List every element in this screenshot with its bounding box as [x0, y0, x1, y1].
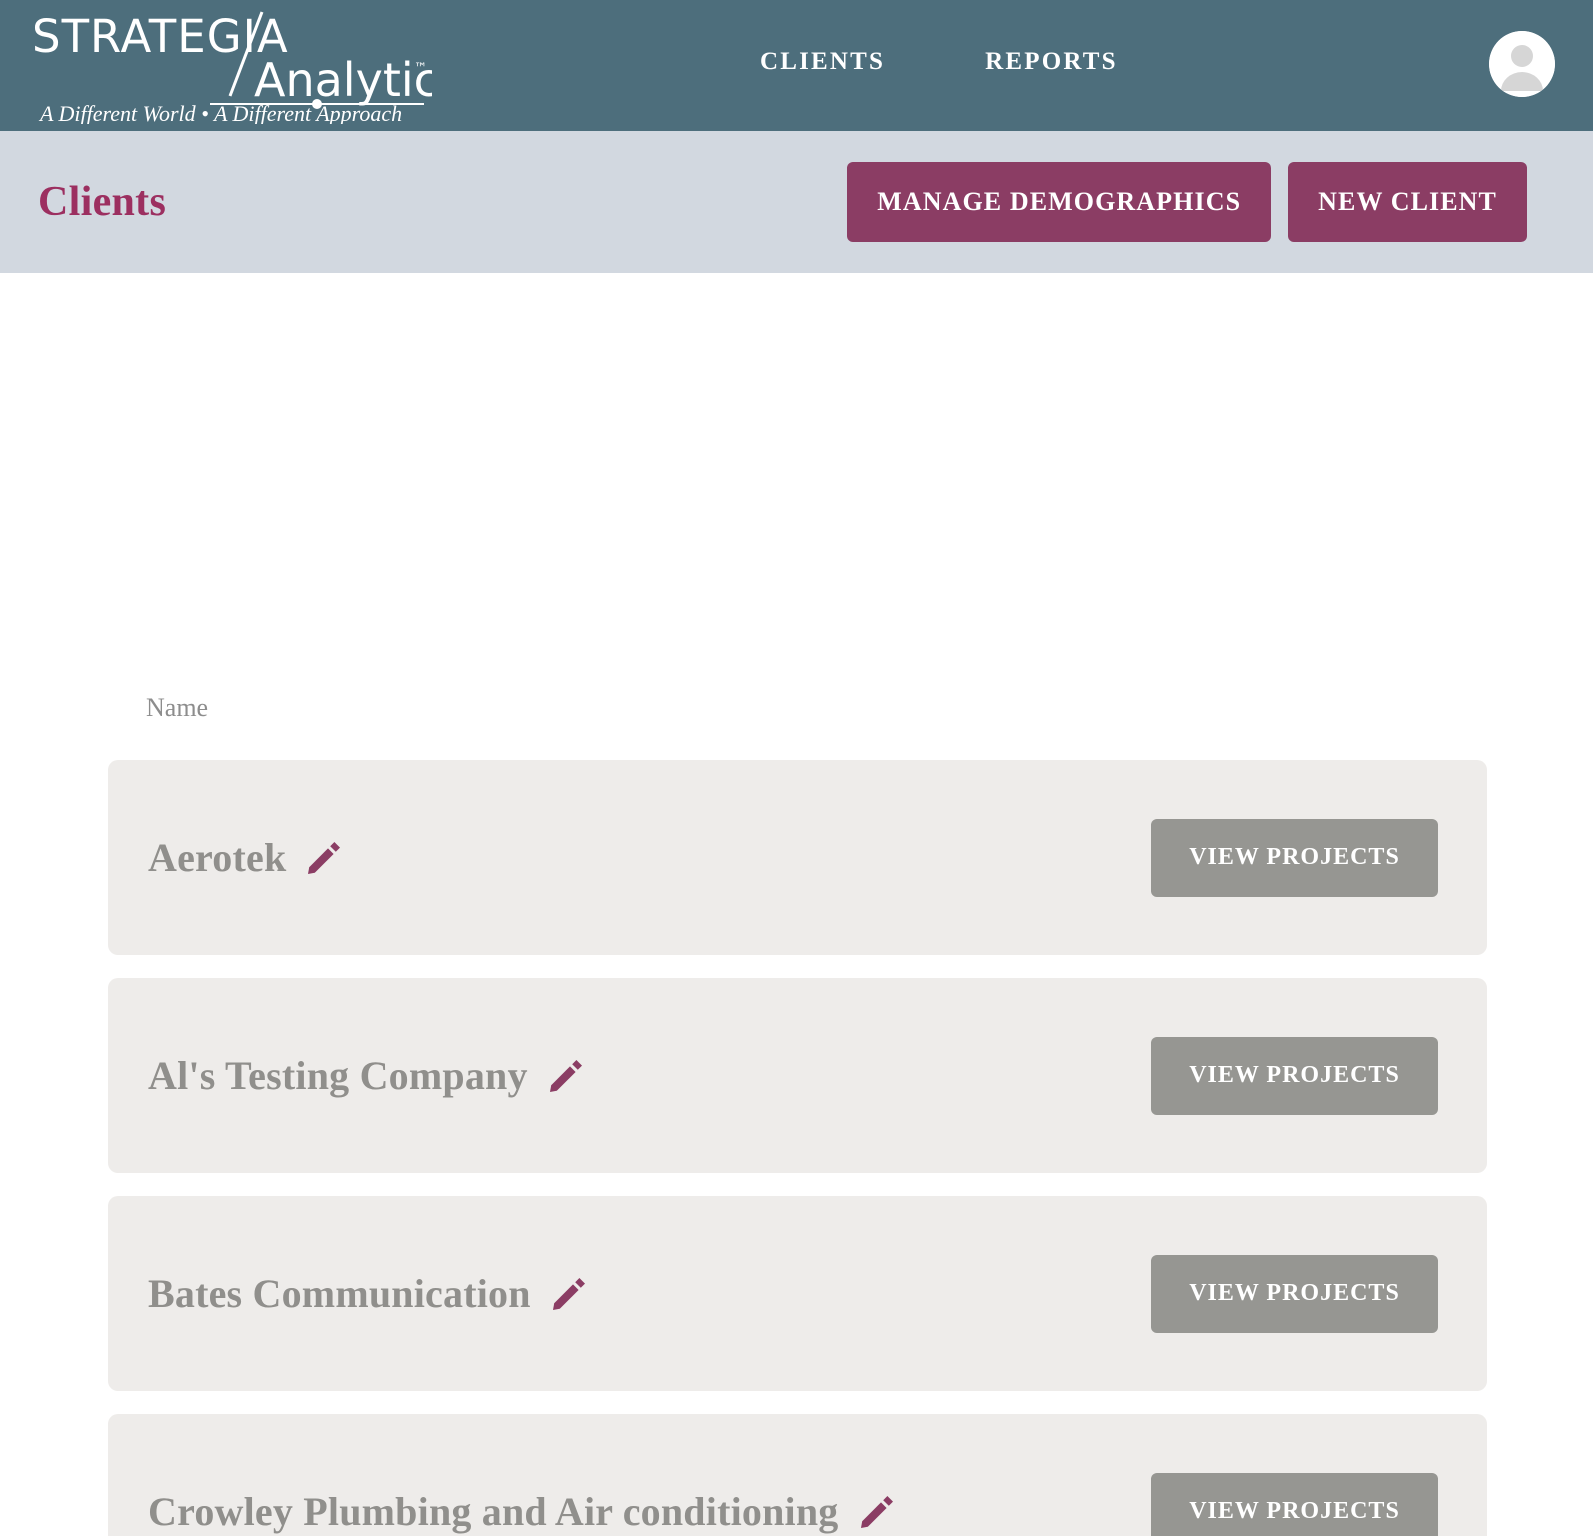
svg-text:STRATEGIA: STRATEGIA — [32, 10, 289, 63]
client-name-group: Aerotek — [148, 834, 341, 881]
client-name: Crowley Plumbing and Air conditioning — [148, 1489, 839, 1534]
pencil-edit-icon[interactable] — [306, 841, 341, 875]
nav-clients[interactable]: CLIENTS — [760, 48, 885, 76]
client-name-group: Crowley Plumbing and Air conditioning — [148, 1488, 893, 1535]
view-projects-button[interactable]: VIEW PROJECTS — [1151, 1472, 1438, 1536]
column-header-name: Name — [146, 693, 209, 722]
svg-text:Analytics: Analytics — [254, 53, 432, 107]
svg-text:A Different World • A Differen: A Different World • A Different Approach — [38, 101, 402, 124]
pencil-edit-icon[interactable] — [551, 1277, 585, 1311]
new-client-button[interactable]: NEW CLIENT — [1288, 162, 1527, 242]
client-rows-container: Aerotek VIEW PROJECTS Al's Testing Compa… — [108, 760, 1487, 1536]
client-name: Aerotek — [148, 835, 287, 880]
client-name: Bates Communication — [148, 1271, 531, 1316]
table-row[interactable]: Aerotek VIEW PROJECTS — [108, 760, 1487, 955]
nav-reports[interactable]: REPORTS — [985, 48, 1118, 76]
page-actions: MANAGE DEMOGRAPHICS NEW CLIENT — [847, 162, 1527, 242]
main-nav: CLIENTS REPORTS — [760, 48, 1118, 76]
table-row[interactable]: Bates Communication VIEW PROJECTS — [108, 1196, 1487, 1391]
view-projects-button[interactable]: VIEW PROJECTS — [1151, 818, 1438, 897]
view-projects-button[interactable]: VIEW PROJECTS — [1151, 1036, 1438, 1115]
svg-text:™: ™ — [414, 61, 427, 76]
client-name-group: Al's Testing Company — [148, 1052, 582, 1099]
table-row[interactable]: Crowley Plumbing and Air conditioning VI… — [108, 1414, 1487, 1536]
manage-demographics-button[interactable]: MANAGE DEMOGRAPHICS — [847, 162, 1272, 242]
pencil-edit-icon[interactable] — [548, 1059, 582, 1093]
user-avatar[interactable] — [1489, 31, 1555, 97]
brand-logo[interactable]: STRATEGIA Analytics ™ A Different World … — [32, 4, 432, 124]
page-title: Clients — [38, 179, 167, 225]
user-avatar-icon — [1489, 31, 1555, 97]
table-row[interactable]: Al's Testing Company VIEW PROJECTS — [108, 978, 1487, 1173]
client-name-group: Bates Communication — [148, 1270, 585, 1317]
client-name: Al's Testing Company — [148, 1053, 528, 1098]
clients-list-area: Name Aerotek VIEW PROJECTS Al's Testing … — [0, 273, 1593, 1536]
top-navigation-bar: STRATEGIA Analytics ™ A Different World … — [0, 0, 1593, 131]
page-subheader: Clients MANAGE DEMOGRAPHICS NEW CLIENT — [0, 131, 1593, 273]
pencil-edit-icon[interactable] — [859, 1495, 893, 1529]
view-projects-button[interactable]: VIEW PROJECTS — [1151, 1254, 1438, 1333]
